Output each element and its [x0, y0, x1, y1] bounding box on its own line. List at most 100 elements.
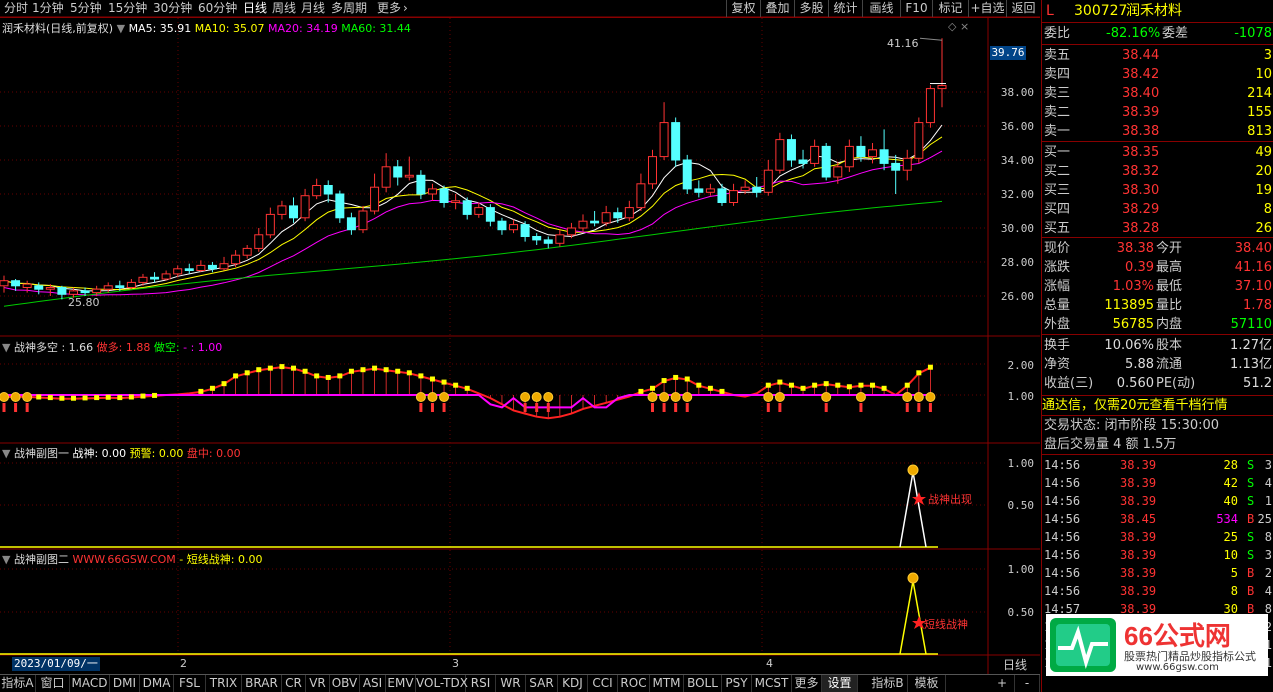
stock-code: 300727	[1074, 3, 1128, 19]
candle-body	[659, 122, 669, 158]
multi-stock-button[interactable]: 多股	[794, 0, 828, 17]
bid-level-row[interactable]: 买四 38.29 8	[1042, 200, 1273, 219]
indicator-button[interactable]: BOLL	[684, 675, 722, 692]
candle-body	[868, 149, 878, 158]
indicator-button[interactable]: WR	[496, 675, 526, 692]
overlay-button[interactable]: 叠加	[760, 0, 794, 17]
signal-dot	[105, 394, 111, 400]
tab-fenshi[interactable]: 分时	[4, 0, 28, 17]
ask-level-row[interactable]: 卖五 38.44 3	[1042, 46, 1273, 65]
indicator-button[interactable]: KDJ	[558, 675, 588, 692]
ask-level-row[interactable]: 卖四 38.42 10	[1042, 65, 1273, 84]
month-label: 3	[452, 657, 459, 670]
f10-button[interactable]: F10	[900, 0, 932, 17]
back-button[interactable]: 返回	[1006, 0, 1040, 17]
weibi-row: 委比 -82.16% 委差 -1078	[1044, 26, 1272, 41]
tab-weekly[interactable]: 周线	[272, 0, 296, 17]
bid-volume: 26	[1255, 221, 1272, 236]
ask-label: 卖二	[1044, 105, 1071, 120]
money-bag-icon	[10, 392, 21, 402]
candle-body	[891, 162, 901, 171]
indicator-button[interactable]: 指标A	[0, 675, 36, 692]
tab-daily[interactable]: 日线	[243, 0, 267, 17]
indicator-button[interactable]: DMA	[140, 675, 174, 692]
tab-multiperiod[interactable]: 多周期	[331, 0, 367, 17]
indicator-button[interactable]: VR	[306, 675, 330, 692]
signal-dot	[82, 395, 88, 401]
indicator-button[interactable]: OBV	[330, 675, 360, 692]
upgrade-ad-link[interactable]: 通达信，仅需20元查看千档行情	[1042, 396, 1273, 415]
bid-volume: 19	[1255, 183, 1272, 198]
ask-level-row[interactable]: 卖三 38.40 214	[1042, 84, 1273, 103]
fundamental-row: 换手 10.06% 股本 1.27亿	[1042, 336, 1273, 355]
zoom-out-button[interactable]: -	[1015, 675, 1040, 692]
ask-label: 卖四	[1044, 67, 1071, 82]
indicator-button[interactable]: 模板	[908, 675, 946, 692]
tab-more[interactable]: 更多	[377, 0, 401, 17]
money-bag-tag	[905, 403, 909, 412]
tab-30min[interactable]: 30分钟	[153, 0, 192, 17]
indicator-button[interactable]: ASI	[360, 675, 386, 692]
indicator-button[interactable]: DMI	[110, 675, 140, 692]
tick-time: 14:56	[1044, 548, 1081, 562]
candle-body	[312, 185, 322, 197]
fuquan-button[interactable]: 复权	[726, 0, 760, 17]
tab-1min[interactable]: 1分钟	[32, 0, 64, 17]
sub3-y-tick: 0.50	[1007, 606, 1035, 619]
indicator-button[interactable]: MCST	[752, 675, 792, 692]
indicator-button[interactable]: BRAR	[242, 675, 282, 692]
tab-5min[interactable]: 5分钟	[70, 0, 102, 17]
indicator-button[interactable]: RSI	[466, 675, 496, 692]
indicator-button[interactable]: MTM	[650, 675, 684, 692]
tab-60min[interactable]: 60分钟	[198, 0, 237, 17]
ask-level-row[interactable]: 卖二 38.39 155	[1042, 103, 1273, 122]
sub3-dropdown-icon[interactable]: ▼	[2, 553, 10, 566]
add-watchlist-button[interactable]: +自选	[968, 0, 1006, 17]
candle-body	[694, 188, 704, 193]
indicator-button[interactable]: EMV	[386, 675, 416, 692]
draw-line-button[interactable]: 画线	[862, 0, 900, 17]
ask-level-row[interactable]: 卖一 38.38 813	[1042, 122, 1273, 141]
candle-body	[532, 236, 542, 241]
mark-button[interactable]: 标记	[932, 0, 968, 17]
indicator-button[interactable]: MACD	[70, 675, 110, 692]
indicator-button[interactable]: CCI	[588, 675, 618, 692]
indicator-button[interactable]: CR	[282, 675, 306, 692]
tick-direction: S	[1247, 458, 1255, 472]
money-bag-icon	[774, 392, 785, 402]
tick-count: 4	[1264, 476, 1272, 490]
tab-monthly[interactable]: 月线	[301, 0, 325, 17]
candle-body	[474, 207, 484, 215]
bid-level-row[interactable]: 买三 38.30 19	[1042, 181, 1273, 200]
close-icon[interactable]: ×	[960, 20, 969, 33]
bid-level-row[interactable]: 买二 38.32 20	[1042, 162, 1273, 181]
candle-body	[265, 213, 275, 236]
settings-icon[interactable]: ▼	[117, 22, 125, 35]
diamond-icon[interactable]: ◇	[948, 20, 956, 33]
high-price-label: 41.16	[887, 37, 919, 50]
money-bag-tag	[419, 403, 423, 412]
candle-body	[647, 156, 657, 185]
indicator-button[interactable]: 更多	[792, 675, 822, 692]
indicator-button[interactable]: 窗口	[36, 675, 70, 692]
indicator-button[interactable]: 设置	[822, 675, 858, 692]
statistics-button[interactable]: 统计	[828, 0, 862, 17]
more-chevron-icon[interactable]: ›	[403, 0, 408, 17]
indicator-button[interactable]: SAR	[526, 675, 558, 692]
sub2-dropdown-icon[interactable]: ▼	[2, 447, 10, 460]
fund-value: 5.88	[1125, 357, 1154, 372]
indicator-button[interactable]: FSL	[174, 675, 206, 692]
zoom-in-button[interactable]: +	[990, 675, 1015, 692]
bid-level-row[interactable]: 买五 38.28 26	[1042, 219, 1273, 238]
sub1-dropdown-icon[interactable]: ▼	[2, 341, 10, 354]
signal-dot	[429, 376, 435, 382]
tab-15min[interactable]: 15分钟	[108, 0, 147, 17]
indicator-button[interactable]: TRIX	[206, 675, 242, 692]
indicator-button[interactable]: VOL-TDX	[416, 675, 468, 692]
indicator-button[interactable]: PSY	[722, 675, 752, 692]
candle-body	[416, 174, 426, 195]
indicator-button[interactable]: 指标B	[868, 675, 908, 692]
tick-price: 38.39	[1120, 458, 1157, 472]
bid-level-row[interactable]: 买一 38.35 49	[1042, 143, 1273, 162]
indicator-button[interactable]: ROC	[618, 675, 650, 692]
